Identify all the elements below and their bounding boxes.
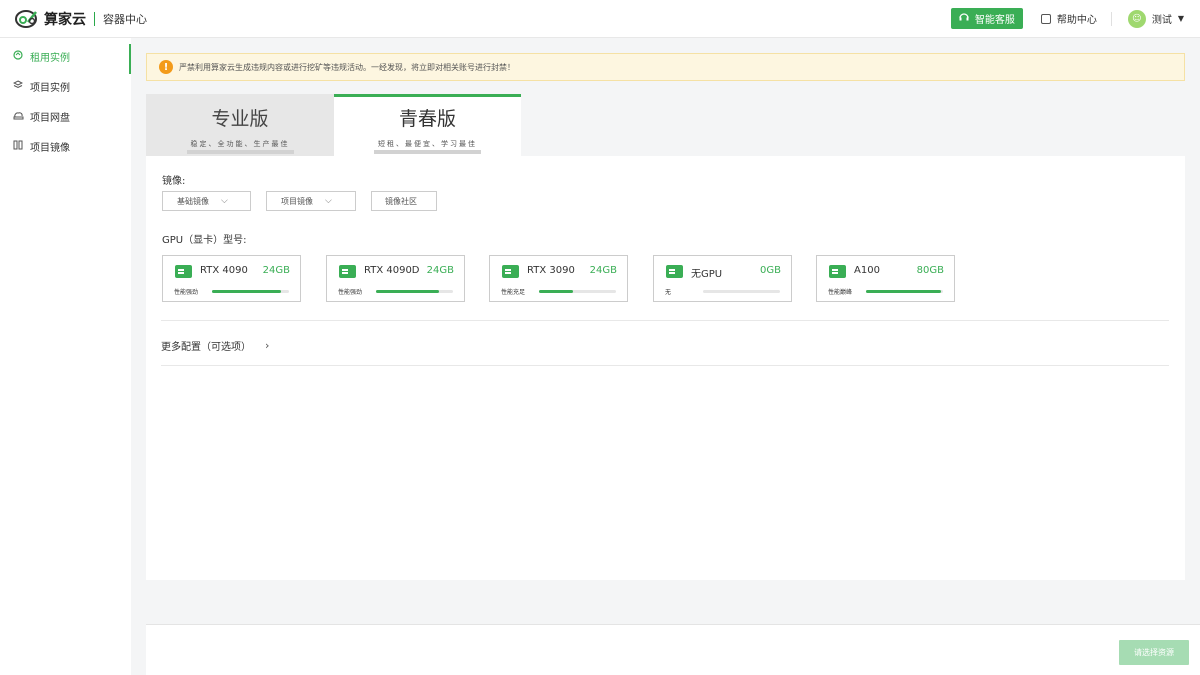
gpu-perf-label: 性能强劲: [174, 289, 199, 296]
caret-down-icon: ▼: [1177, 14, 1184, 23]
gpu-icon: [666, 265, 683, 278]
sidebar-item-project-instance[interactable]: 项目实例: [0, 71, 131, 101]
user-menu[interactable]: ☺ 测试 ▼: [1127, 9, 1184, 28]
tab-title: 专业版: [211, 108, 269, 130]
gpu-memory: 24GB: [262, 265, 290, 276]
tab-subtitle: 短租、最便宜、学习最佳: [374, 138, 481, 154]
gpu-name: RTX 4090D: [364, 265, 420, 276]
more-config-toggle[interactable]: 更多配置（可选项） ›: [161, 338, 269, 353]
gpu-name: A100: [854, 265, 880, 276]
brand-logo-icon: [14, 8, 40, 30]
smart-service-label: 智能客服: [974, 15, 1015, 26]
sidebar: 租用实例 项目实例 项目网盘 项目镜像: [0, 38, 131, 675]
chevron-down-icon: ⌵: [325, 196, 332, 206]
more-config-label: 更多配置（可选项）: [161, 342, 251, 353]
config-panel: 镜像: 基础镜像 ⌵ 项目镜像 ⌵ 镜像社区 GPU（显卡）型号: RTX 40…: [146, 156, 1185, 580]
gpu-card-rtx3090[interactable]: RTX 3090 24GB 性能充足: [489, 255, 628, 302]
user-name: 测试: [1151, 15, 1172, 26]
sidebar-item-label: 项目网盘: [30, 112, 70, 124]
sidebar-item-label: 租用实例: [30, 52, 70, 64]
base-image-label: 基础镜像: [177, 196, 209, 206]
base-image-select[interactable]: 基础镜像 ⌵: [162, 191, 251, 211]
gpu-perf-label: 性能强劲: [338, 289, 363, 296]
app-subtitle: 容器中心: [103, 12, 147, 26]
perf-bar: [703, 290, 780, 293]
perf-bar-fill: [212, 290, 282, 293]
perf-bar: [539, 290, 616, 293]
perf-bar: [866, 290, 943, 293]
image-community-label: 镜像社区: [385, 196, 417, 206]
tab-subtitle: 稳定、全功能、生产最佳: [186, 138, 294, 154]
sidebar-item-project-image[interactable]: 项目镜像: [0, 131, 131, 161]
notice-text: 严禁利用算家云生成违规内容或进行挖矿等违规活动。一经发现，将立即对相关账号进行封…: [179, 62, 515, 72]
help-center-link[interactable]: 帮助中心: [1040, 11, 1097, 26]
logo[interactable]: 算家云 容器中心: [14, 8, 147, 30]
divider: [161, 320, 1169, 321]
tab-professional[interactable]: 专业版 稳定、全功能、生产最佳: [146, 94, 334, 156]
cloud-disk-icon: [13, 110, 24, 123]
gpu-card-rtx4090[interactable]: RTX 4090 24GB 性能强劲: [162, 255, 301, 302]
gpu-name: 无GPU: [691, 269, 723, 280]
gpu-name: RTX 4090: [200, 265, 248, 276]
gpu-icon: [175, 265, 192, 278]
gpu-perf-label: 性能充足: [501, 289, 526, 296]
gpu-memory: 24GB: [589, 265, 617, 276]
gpu-card-rtx4090d[interactable]: RTX 4090D 24GB 性能强劲: [326, 255, 465, 302]
project-image-label: 项目镜像: [281, 196, 313, 206]
select-resource-button[interactable]: 请选择资源: [1119, 640, 1189, 665]
book-icon: [1040, 13, 1051, 24]
gpu-card-no-gpu[interactable]: 无GPU 0GB 无: [653, 255, 792, 302]
avatar: ☺: [1127, 9, 1146, 28]
header-divider: [1110, 11, 1112, 26]
top-bar: 算家云 容器中心 智能客服 帮助中心 ☺ 测试 ▼: [0, 0, 1200, 38]
gpu-card-a100[interactable]: A100 80GB 性能巅峰: [816, 255, 955, 302]
gpu-perf-label: 无: [665, 289, 672, 296]
gpu-name: RTX 3090: [527, 265, 575, 276]
headset-icon: [959, 12, 969, 25]
image-label: 镜像:: [162, 176, 186, 187]
perf-bar-fill: [376, 290, 440, 293]
gpu-memory: 0GB: [760, 265, 781, 276]
sidebar-item-label: 项目镜像: [30, 142, 70, 154]
perf-bar-fill: [539, 290, 573, 293]
gpu-label: GPU（显卡）型号:: [162, 235, 247, 246]
sidebar-item-project-disk[interactable]: 项目网盘: [0, 101, 131, 131]
rent-icon: [13, 49, 24, 63]
chevron-right-icon: ›: [265, 339, 270, 352]
gpu-icon: [339, 265, 356, 278]
gpu-memory: 80GB: [916, 265, 944, 276]
brand-name: 算家云: [44, 11, 86, 28]
smart-service-button[interactable]: 智能客服: [950, 8, 1023, 29]
gpu-perf-label: 性能巅峰: [828, 289, 853, 296]
sidebar-item-rent-instance[interactable]: 租用实例: [0, 41, 131, 74]
perf-bar-fill: [866, 290, 942, 293]
gpu-icon: [502, 265, 519, 278]
warning-icon: !: [159, 60, 173, 74]
image-community-button[interactable]: 镜像社区: [371, 191, 437, 211]
sidebar-item-label: 项目实例: [30, 82, 70, 94]
help-center-label: 帮助中心: [1056, 15, 1097, 26]
project-image-select[interactable]: 项目镜像 ⌵: [266, 191, 356, 211]
tab-title: 青春版: [398, 108, 456, 130]
perf-bar: [376, 290, 453, 293]
gpu-memory: 24GB: [426, 265, 454, 276]
grid-icon: [13, 140, 24, 153]
gpu-icon: [829, 265, 846, 278]
tab-youth[interactable]: 青春版 短租、最便宜、学习最佳: [334, 94, 521, 156]
layers-icon: [12, 79, 24, 93]
divider: [161, 365, 1169, 366]
warning-notice: ! 严禁利用算家云生成违规内容或进行挖矿等违规活动。一经发现，将立即对相关账号进…: [146, 53, 1185, 81]
perf-bar: [212, 290, 289, 293]
bottom-action-bar: 请选择资源: [146, 624, 1200, 675]
chevron-down-icon: ⌵: [221, 196, 228, 206]
logo-divider: [94, 11, 95, 26]
